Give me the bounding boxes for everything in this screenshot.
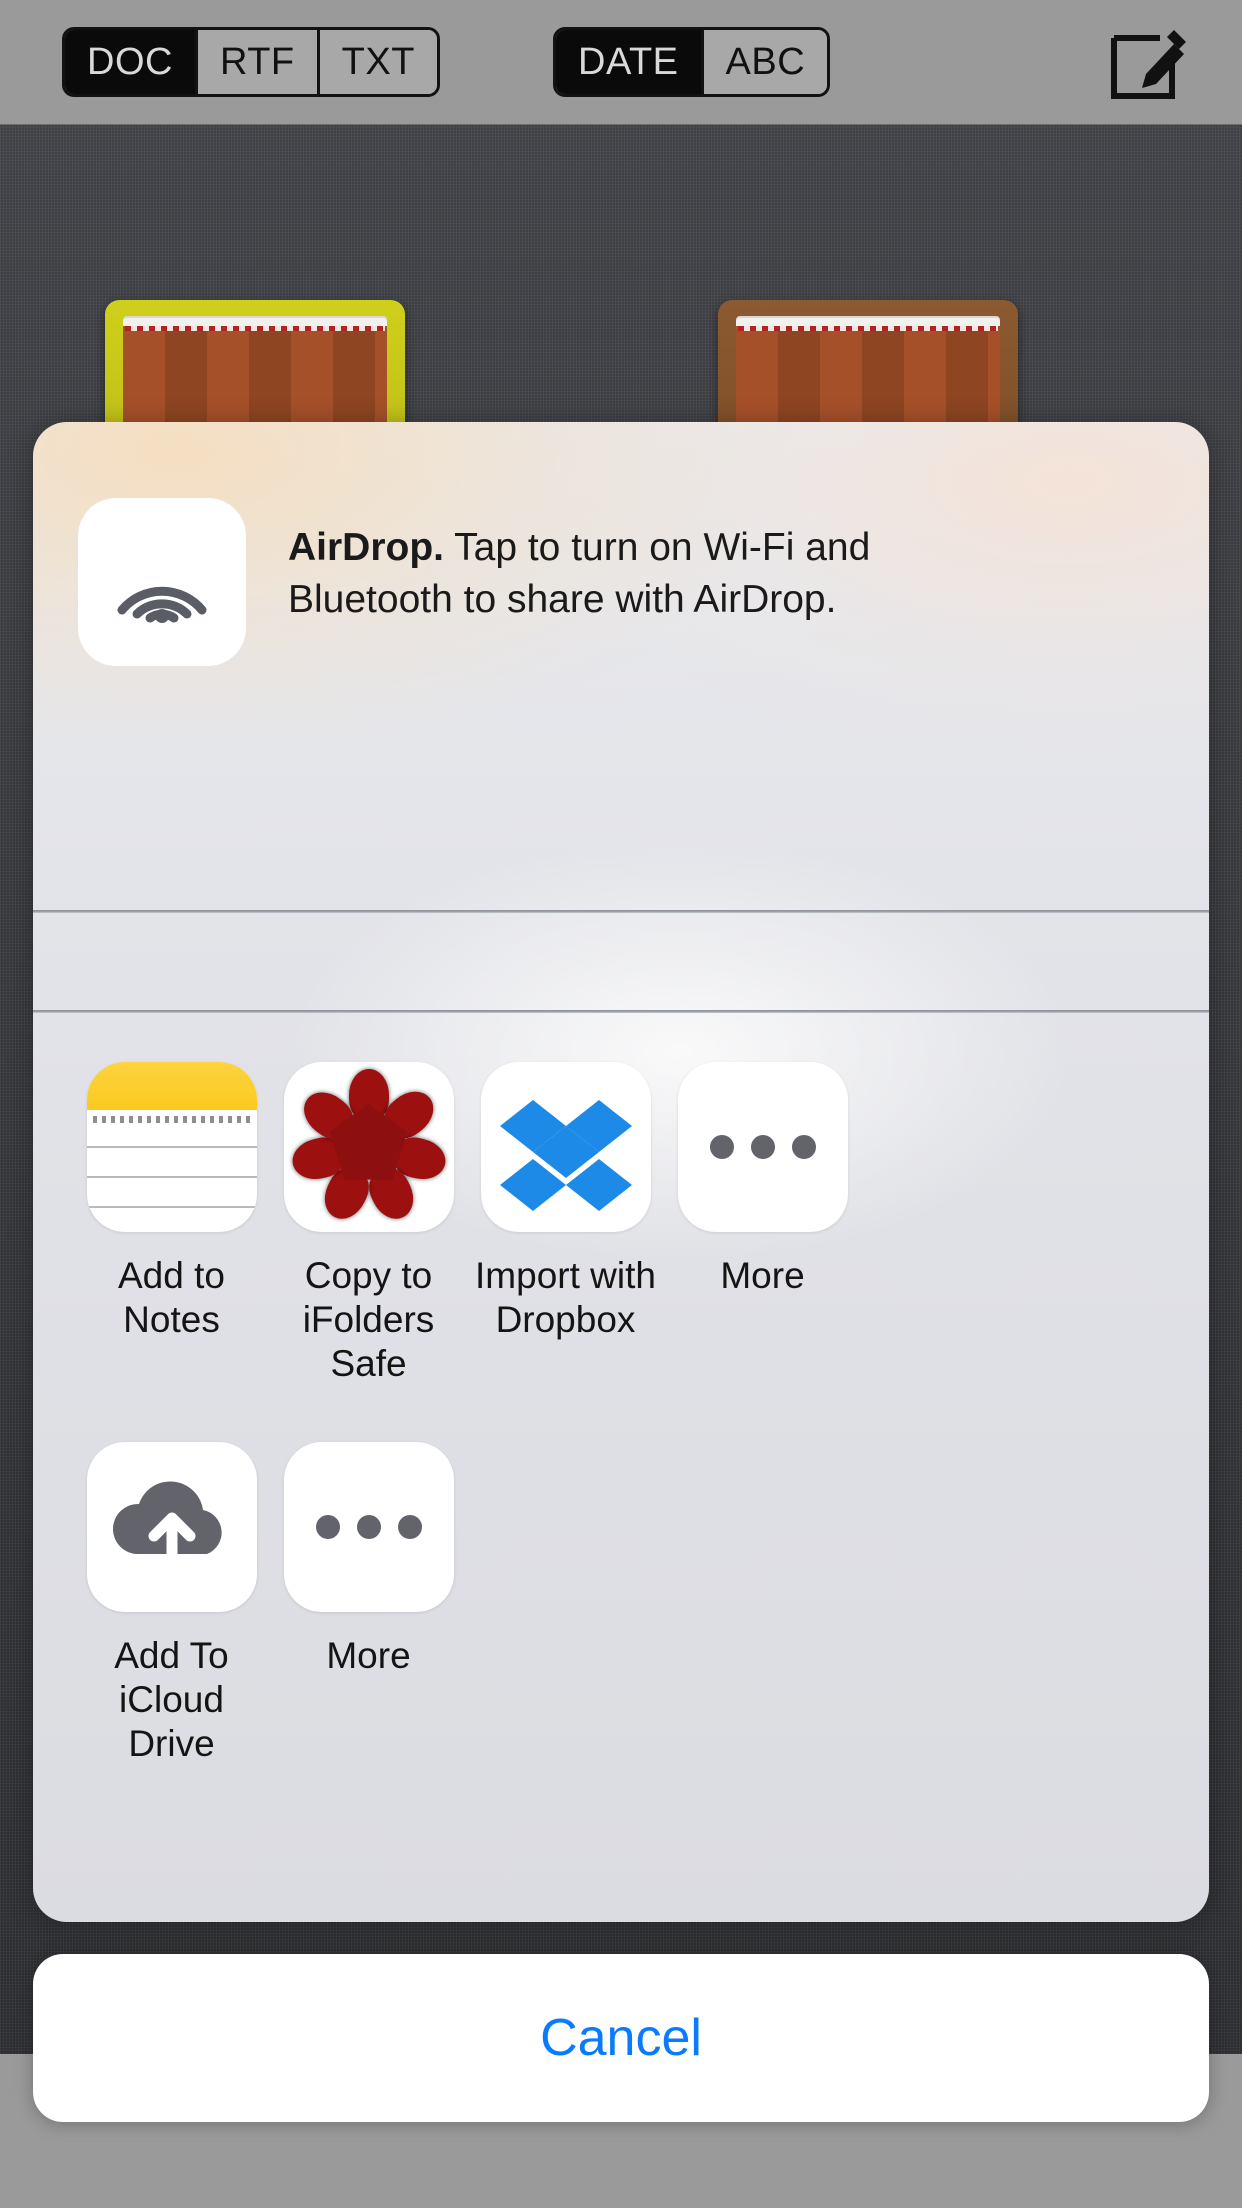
activity-label: More <box>720 1255 805 1296</box>
dropbox-icon <box>480 1062 651 1232</box>
activity-label: Import with Dropbox <box>475 1255 656 1340</box>
activity-more-apps[interactable]: More <box>664 1062 861 1386</box>
segment-doc[interactable]: DOC <box>65 30 198 94</box>
ellipsis-icon <box>677 1062 848 1232</box>
icloud-upload-icon <box>86 1442 257 1612</box>
share-sheet: AirDrop. Tap to turn on Wi-Fi and Blueto… <box>33 422 1209 1922</box>
divider <box>33 1010 1209 1013</box>
segment-txt[interactable]: TXT <box>319 30 437 94</box>
format-segmented-control[interactable]: DOC RTF TXT <box>62 27 440 97</box>
compose-icon[interactable] <box>1106 20 1190 104</box>
cancel-button[interactable]: Cancel <box>33 1954 1209 2122</box>
airdrop-title: AirDrop. <box>288 526 444 569</box>
action-activities-row: Add To iCloud Drive More <box>33 1442 1209 1766</box>
notes-icon <box>86 1062 257 1232</box>
activity-label: More <box>326 1635 411 1676</box>
iphone-screen: DOC RTF TXT DATE ABC AirDrop. Tap to tur… <box>0 0 1242 2208</box>
activity-more-actions[interactable]: More <box>270 1442 467 1766</box>
activity-label: Copy to iFolders Safe <box>302 1255 435 1384</box>
segment-date[interactable]: DATE <box>556 30 704 94</box>
activity-label: Add To iCloud Drive <box>114 1635 229 1764</box>
activity-copy-to-ifolders-safe[interactable]: Copy to iFolders Safe <box>270 1062 467 1386</box>
document-edge-stripe <box>125 326 385 331</box>
airdrop-message: AirDrop. Tap to turn on Wi-Fi and Blueto… <box>288 522 928 626</box>
activity-import-with-dropbox[interactable]: Import with Dropbox <box>467 1062 664 1386</box>
airdrop-row[interactable]: AirDrop. Tap to turn on Wi-Fi and Blueto… <box>33 422 1209 910</box>
sort-segmented-control[interactable]: DATE ABC <box>553 27 831 97</box>
ellipsis-icon <box>283 1442 454 1612</box>
top-toolbar: DOC RTF TXT DATE ABC <box>0 0 1242 125</box>
divider <box>33 910 1209 913</box>
ifolders-safe-icon <box>283 1062 454 1232</box>
activity-label: Add to Notes <box>118 1255 225 1340</box>
app-activities-row: Add to Notes Copy to iFolders Safe Impor… <box>33 1062 1209 1386</box>
document-edge-stripe <box>738 326 998 331</box>
airdrop-icon <box>78 498 246 666</box>
segment-abc[interactable]: ABC <box>703 30 828 94</box>
activity-add-to-icloud-drive[interactable]: Add To iCloud Drive <box>73 1442 270 1766</box>
segment-rtf[interactable]: RTF <box>197 30 320 94</box>
activity-add-to-notes[interactable]: Add to Notes <box>73 1062 270 1386</box>
